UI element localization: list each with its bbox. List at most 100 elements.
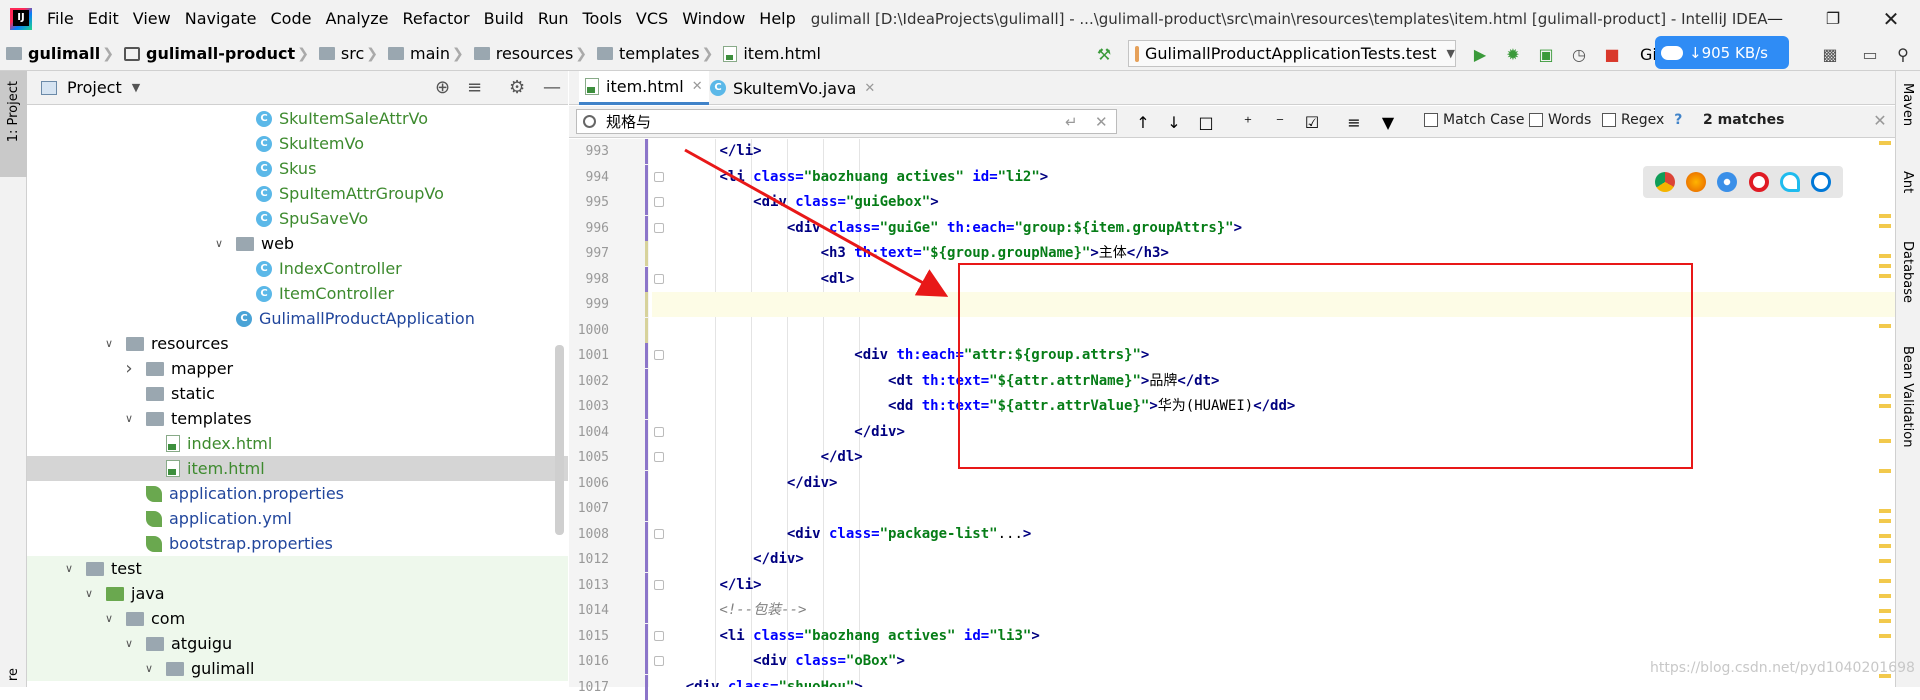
tree-item[interactable]: index.html [27,431,568,456]
chevron-down-icon[interactable]: ▼ [132,81,140,94]
breadcrumb-templates[interactable]: templates ❯ [591,44,717,63]
stop-icon[interactable]: ■ [1602,44,1622,64]
vcs-change-marker[interactable] [645,343,648,368]
stripe-mark[interactable] [1879,439,1891,443]
tree-item[interactable]: ∨ atguigu [27,631,568,656]
run-icon[interactable]: ▶ [1470,44,1490,64]
expand-arrow-icon[interactable]: ∨ [212,237,226,250]
breadcrumb-main[interactable]: main ❯ [382,44,468,63]
remove-occurrence-icon[interactable]: ⁻ [1270,112,1290,132]
stripe-mark[interactable] [1879,579,1891,583]
maven-tab[interactable]: Maven [1900,83,1915,126]
tree-item[interactable]: ∨ test [27,556,568,581]
stripe-mark[interactable] [1879,559,1891,563]
tree-item[interactable]: bootstrap.properties [27,531,568,556]
edge-icon[interactable] [1811,172,1832,192]
tree-item[interactable]: ∨ web [27,231,568,256]
project-structure-icon[interactable]: ▩ [1820,44,1840,64]
stripe-mark[interactable] [1879,609,1891,613]
close-find-icon[interactable]: ✕ [1870,110,1890,130]
vcs-change-marker[interactable] [645,598,648,623]
tree-item[interactable]: ∨ java [27,581,568,606]
regex-checkbox[interactable]: Regex? [1602,112,1682,128]
code-line[interactable]: <div class="package-list"...> [652,522,1895,547]
tree-item[interactable]: C IndexController [27,256,568,281]
tree-item[interactable]: C SpuSaveVo [27,206,568,231]
tree-item[interactable]: C SkuItemSaleAttrVo [27,106,568,131]
vcs-change-marker[interactable] [645,241,648,266]
project-tool-tab[interactable]: 1: Project [0,71,27,177]
code-line[interactable]: </div> [652,547,1895,572]
terminal-icon[interactable]: ▭ [1860,44,1880,64]
collapse-arrow-icon[interactable]: › [122,358,136,379]
expand-arrow-icon[interactable]: ∨ [142,662,156,675]
stripe-mark[interactable] [1879,634,1891,638]
vcs-change-marker[interactable] [645,547,648,572]
stripe-mark[interactable] [1879,394,1891,398]
hide-panel-icon[interactable]: — [543,77,561,98]
vcs-change-marker[interactable] [645,521,648,547]
stripe-mark[interactable] [1879,509,1891,513]
code-line[interactable] [652,496,1895,521]
project-scrollbar[interactable] [555,345,564,535]
tab-item-html[interactable]: item.html ✕ [579,71,709,105]
match-case-checkbox[interactable]: Match Case [1424,112,1524,128]
vcs-change-marker[interactable] [645,139,648,164]
stripe-mark[interactable] [1879,534,1891,538]
menu-edit[interactable]: Edit [81,0,126,37]
menu-help[interactable]: Help [752,0,802,37]
coverage-icon[interactable]: ▣ [1536,44,1556,64]
code-line[interactable]: <div class="guiGe" th:each="group:${item… [652,216,1895,241]
stripe-mark[interactable] [1879,619,1891,623]
tree-item[interactable]: application.properties [27,481,568,506]
vcs-change-marker[interactable] [645,649,648,674]
stripe-mark[interactable] [1879,274,1891,278]
breadcrumb-src[interactable]: src ❯ [313,44,382,63]
menu-run[interactable]: Run [531,0,576,37]
search-everywhere-icon[interactable]: ⚲ [1893,44,1913,64]
vcs-change-marker[interactable] [645,419,648,445]
close-tab-icon[interactable]: ✕ [692,79,703,94]
vcs-change-marker[interactable] [645,470,648,496]
close-tab-icon[interactable]: ✕ [864,81,875,96]
tree-item[interactable]: C GulimallProductApplication [27,306,568,331]
breadcrumb-resources[interactable]: resources ❯ [468,44,591,63]
tree-item[interactable]: C SpuItemAttrGroupVo [27,181,568,206]
close-window-icon[interactable]: ✕ [1868,0,1914,37]
tree-item[interactable]: application.yml [27,506,568,531]
menu-view[interactable]: View [126,0,178,37]
find-input[interactable]: 规格与 ↵ ✕ [576,109,1117,134]
menu-tools[interactable]: Tools [576,0,629,37]
expand-arrow-icon[interactable]: ∨ [102,337,116,350]
vcs-change-marker[interactable] [645,572,648,598]
vcs-change-marker[interactable] [645,266,648,292]
expand-arrow-icon[interactable]: ∨ [82,587,96,600]
stripe-mark[interactable] [1879,141,1891,145]
vcs-change-marker[interactable] [645,496,648,521]
vcs-change-marker[interactable] [645,190,648,215]
menu-analyze[interactable]: Analyze [318,0,395,37]
breadcrumb-gulimall[interactable]: gulimall ❯ [0,44,118,63]
expand-arrow-icon[interactable]: ∨ [122,412,136,425]
run-configuration-select[interactable]: GulimallProductApplicationTests.test ▼ [1128,40,1456,67]
expand-arrow-icon[interactable]: ∨ [62,562,76,575]
tree-item[interactable]: item.html [27,456,568,481]
code-line[interactable]: </li> [652,573,1895,598]
stripe-mark[interactable] [1879,324,1891,328]
stripe-mark[interactable] [1879,264,1891,268]
database-tab[interactable]: Database [1900,241,1915,303]
error-stripe[interactable] [1877,139,1895,687]
stripe-mark[interactable] [1879,519,1891,523]
vcs-change-marker[interactable] [645,623,648,649]
regex-help[interactable]: ? [1674,112,1682,128]
tree-item[interactable]: C SkuItemVo [27,131,568,156]
tree-item[interactable]: C Skus [27,156,568,181]
opera-icon[interactable] [1748,172,1769,192]
bean-validation-tab[interactable]: Bean Validation [1900,346,1915,447]
breadcrumb-module[interactable]: gulimall-product ❯ [118,44,313,63]
code-line[interactable]: <li class="baozhang actives" id="li3"> [652,624,1895,649]
vcs-change-marker[interactable] [645,292,648,317]
stripe-mark[interactable] [1879,544,1891,548]
history-icon[interactable]: ↵ [1065,113,1078,131]
menu-file[interactable]: File [40,0,81,37]
